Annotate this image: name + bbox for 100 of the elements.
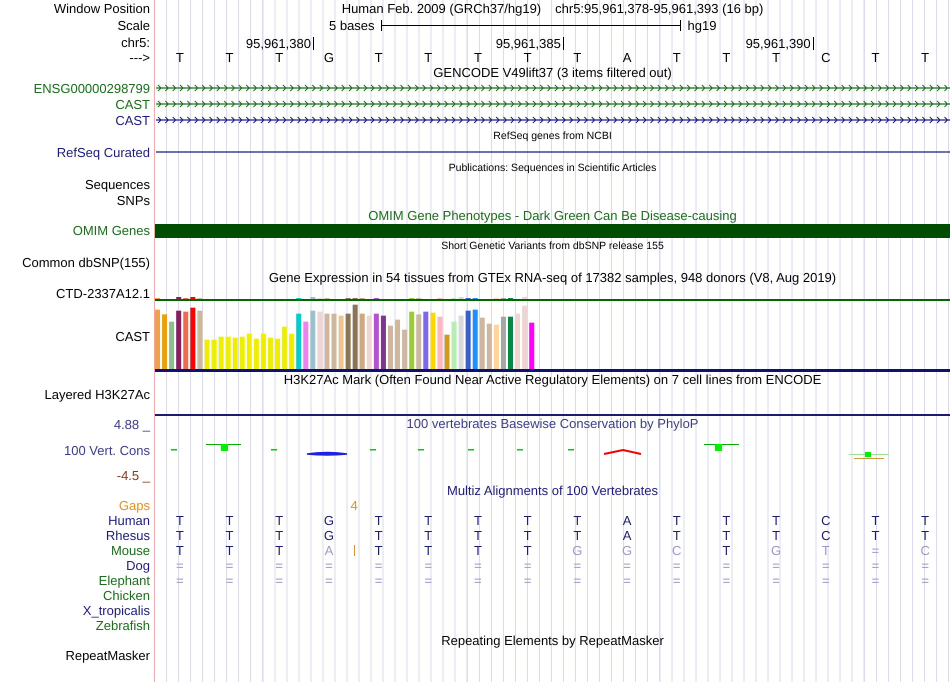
- base-letter: =: [921, 558, 929, 573]
- base-letter: =: [722, 558, 730, 573]
- base-letter: T: [474, 543, 482, 558]
- base-letter: =: [226, 573, 234, 588]
- track-title: H3K27Ac Mark (Often Found Near Active Regulatory Elements) on 7 cell lines from ENCODE: [284, 372, 822, 387]
- base-letter: G: [572, 543, 582, 558]
- base-letter: =: [424, 558, 432, 573]
- base-letter: =: [226, 558, 234, 573]
- base-letter: T: [374, 528, 383, 543]
- base-letter: A: [622, 50, 632, 65]
- base-letter: T: [672, 513, 681, 528]
- base-letter: =: [474, 558, 482, 573]
- base-letter: T: [176, 543, 184, 558]
- base-letter: T: [176, 528, 184, 543]
- track-label: CAST: [115, 96, 150, 112]
- base-letter: T: [524, 528, 532, 543]
- track-label: Scale: [117, 18, 150, 33]
- base-letter: T: [424, 543, 432, 558]
- base-letter: T: [722, 513, 730, 528]
- base-letter: T: [772, 50, 780, 65]
- track-title: Repeating Elements by RepeatMasker: [441, 633, 664, 648]
- track-title: 100 vertebrates Basewise Conservation by PhyloP: [406, 416, 700, 432]
- base-letter: =: [822, 558, 830, 573]
- track-label: OMIM Genes: [72, 223, 150, 238]
- base-letter: T: [772, 513, 780, 528]
- base-letter: =: [623, 573, 631, 588]
- base-letter: =: [176, 558, 184, 573]
- base-letter: G: [771, 543, 782, 558]
- base-letter: T: [474, 50, 482, 65]
- track-label: Window Position: [54, 1, 150, 16]
- base-letter: T: [374, 543, 383, 558]
- track-label: X_tropicalis: [82, 603, 150, 618]
- base-letter: =: [722, 573, 730, 588]
- base-letter: C: [920, 543, 930, 558]
- base-letter: T: [672, 50, 681, 65]
- base-letter: T: [176, 50, 184, 65]
- base-letter: A: [622, 528, 632, 543]
- track-label: chr5:: [121, 34, 150, 50]
- base-letter: T: [722, 50, 730, 65]
- base-letter: T: [524, 543, 532, 558]
- base-letter: =: [921, 573, 929, 588]
- track-label: CAST: [115, 329, 150, 344]
- track-label: RefSeq Curated: [56, 144, 150, 160]
- base-letter: =: [424, 573, 432, 588]
- base-letter: G: [622, 543, 632, 558]
- base-letter: G: [324, 513, 334, 528]
- base-letter: T: [722, 543, 730, 558]
- base-letter: T: [524, 513, 532, 528]
- base-letter: T: [275, 543, 284, 558]
- base-letter: =: [822, 573, 830, 588]
- base-letter: =: [275, 558, 284, 573]
- track-label: Zebrafish: [96, 618, 150, 633]
- base-letter: =: [672, 573, 681, 588]
- axis-max-label: 4.88 _: [114, 417, 150, 432]
- base-letter: T: [374, 513, 383, 528]
- base-letter: =: [176, 573, 184, 588]
- base-letter: =: [374, 573, 382, 588]
- base-letter: =: [325, 558, 333, 573]
- track-label: Dog: [126, 558, 150, 573]
- base-letter: T: [374, 50, 383, 65]
- track-title: Multiz Alignments of 100 Vertebrates: [446, 483, 658, 498]
- base-letter: T: [921, 528, 930, 543]
- base-letter: T: [921, 513, 930, 528]
- base-letter: C: [821, 50, 830, 65]
- base-letter: T: [226, 543, 234, 558]
- base-letter: T: [573, 528, 582, 543]
- base-letter: =: [325, 573, 333, 588]
- track-title: Gene Expression in 54 tissues from GTEx RNA-seq of 17382 samples, 948 donors (V8, Aug 2019): [268, 270, 836, 285]
- base-letter: T: [524, 50, 532, 65]
- track-label: CTD-2337A12.1: [56, 286, 150, 300]
- base-letter: T: [772, 528, 780, 543]
- axis-min-label: -4.5 _: [116, 468, 150, 483]
- base-letter: =: [374, 558, 382, 573]
- track-label: Rhesus: [106, 528, 150, 543]
- base-letter: T: [474, 513, 482, 528]
- track-label: Elephant: [98, 573, 150, 588]
- track-label: RepeatMasker: [65, 648, 150, 663]
- base-letter: A: [324, 543, 334, 558]
- track-label: SNPs: [116, 192, 150, 208]
- base-letter: T: [573, 513, 582, 528]
- base-letter: T: [871, 513, 880, 528]
- base-letter: T: [474, 528, 482, 543]
- track-label: ENSG00000298799: [34, 80, 150, 96]
- track-label: Gaps: [118, 498, 150, 513]
- base-letter: =: [574, 558, 582, 573]
- base-letter: T: [871, 528, 880, 543]
- position-tick: 95,961,380: [246, 37, 314, 50]
- position-text: chr5:95,961,378-95,961,393 (16 bp): [555, 1, 764, 16]
- base-letter: G: [324, 50, 334, 65]
- base-letter: =: [623, 558, 631, 573]
- base-letter: T: [573, 50, 582, 65]
- base-letter: =: [772, 558, 780, 573]
- track-label: 100 Vert. Cons: [64, 442, 150, 458]
- base-letter: T: [275, 513, 284, 528]
- base-letter: T: [226, 50, 234, 65]
- base-letter: =: [474, 573, 482, 588]
- base-letter: =: [672, 558, 681, 573]
- base-letter: =: [524, 573, 532, 588]
- base-letter: T: [424, 528, 432, 543]
- base-letter: =: [524, 558, 532, 573]
